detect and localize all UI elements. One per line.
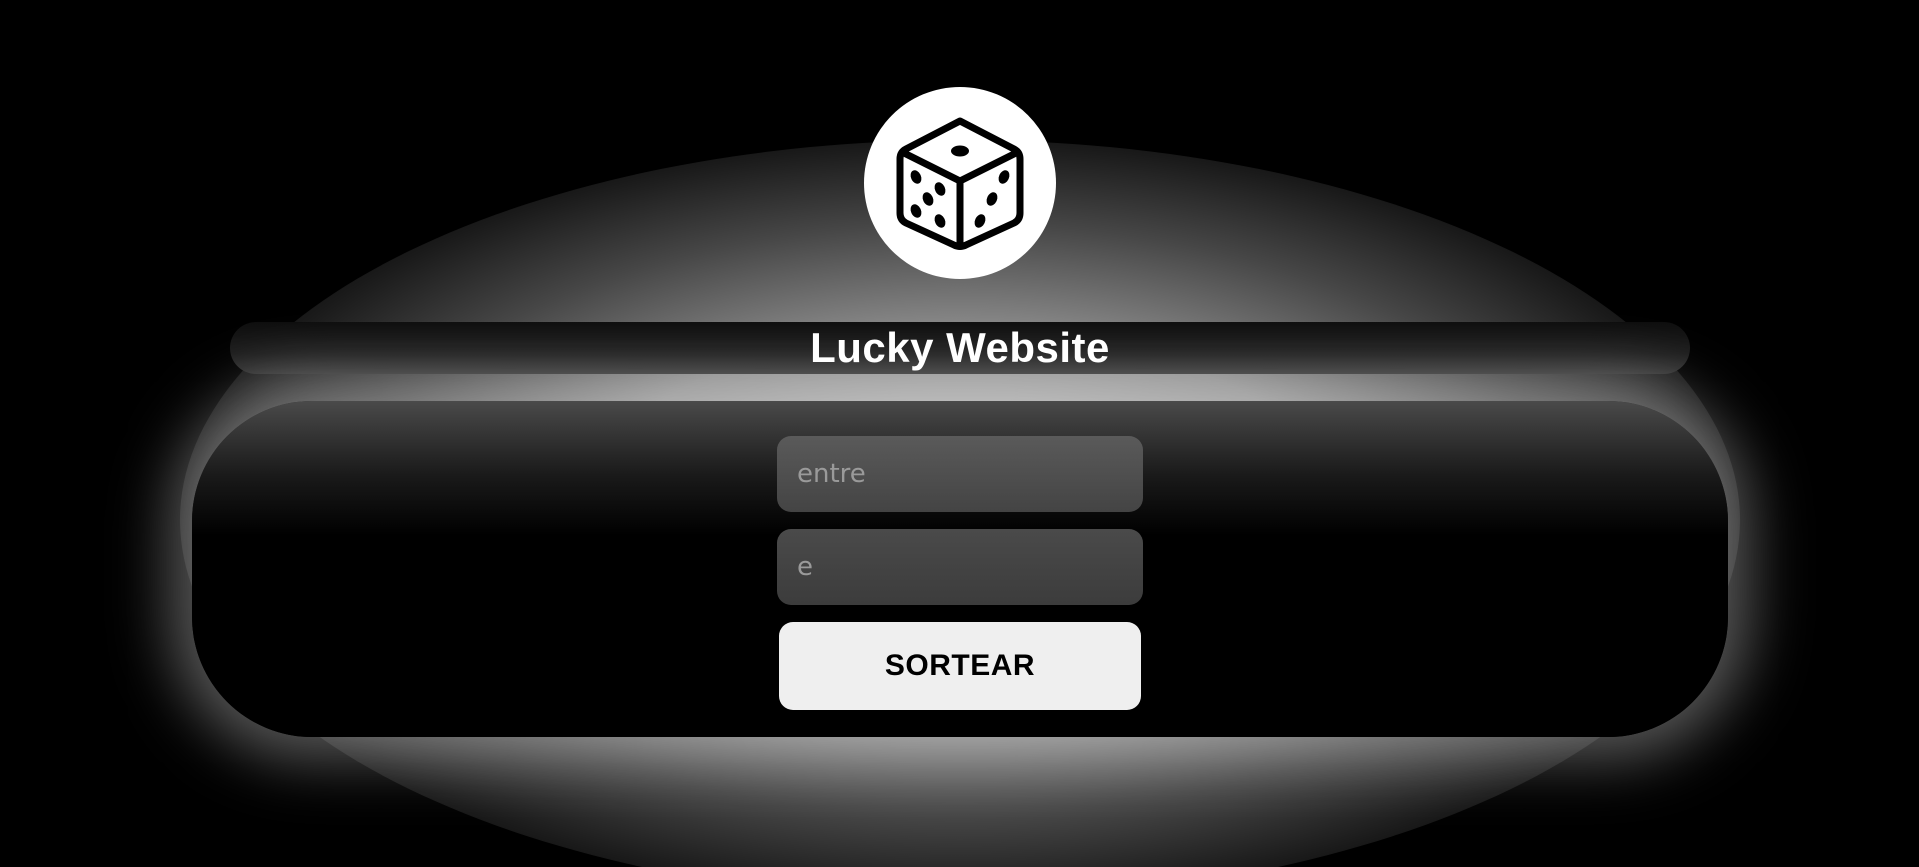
- draw-button[interactable]: SORTEAR: [779, 622, 1141, 710]
- page-background: Lucky Website SORTEAR: [0, 0, 1919, 867]
- dice-icon: [896, 117, 1024, 250]
- page-title: Lucky Website: [810, 324, 1110, 371]
- title-bar: Lucky Website: [230, 322, 1690, 374]
- first-input[interactable]: [777, 436, 1143, 512]
- second-input[interactable]: [777, 529, 1143, 605]
- logo: [864, 87, 1056, 279]
